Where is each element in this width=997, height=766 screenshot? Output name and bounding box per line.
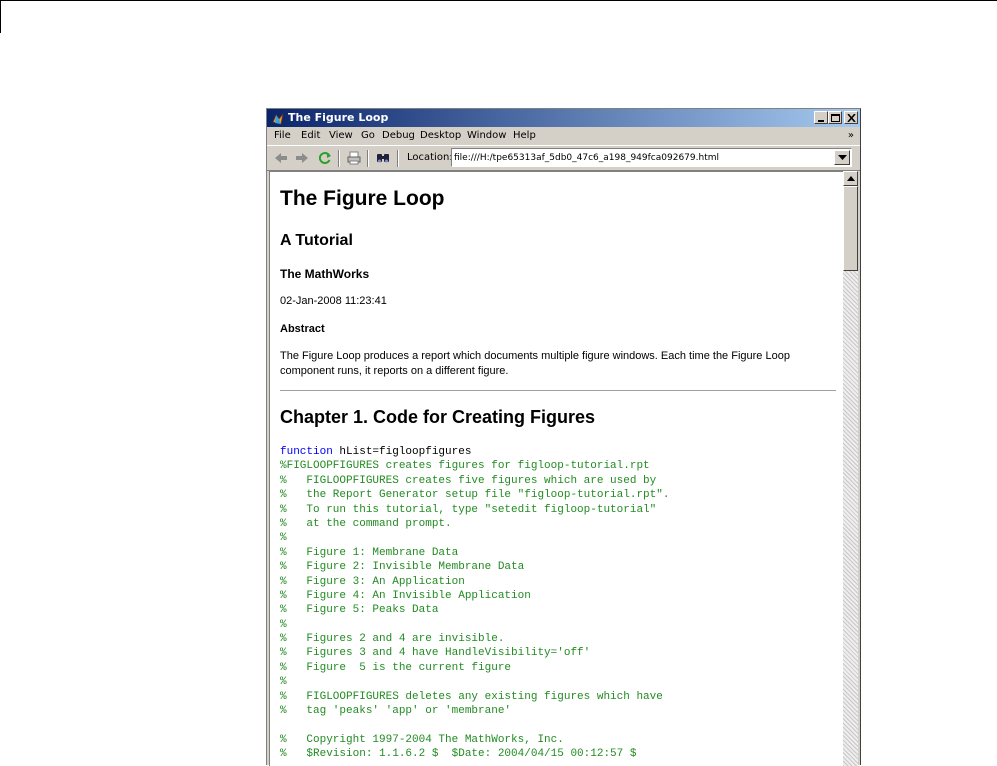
abstract-heading: Abstract [280,323,325,335]
code-comment-line: % Figure 5: Peaks Data [280,604,439,617]
code-comment-line: % [280,532,287,545]
chapter-title: Chapter 1. Code for Creating Figures [280,407,596,427]
menu-file[interactable]: File [274,130,291,142]
menu-help[interactable]: Help [513,130,536,142]
back-arrow-icon [275,153,287,163]
back-button[interactable] [271,149,291,167]
title-bar[interactable]: The Figure Loop [267,109,860,127]
code-comment-line: % tag 'peaks' 'app' or 'membrane' [280,705,512,718]
chevron-up-icon [847,176,855,181]
vertical-scrollbar[interactable] [843,171,858,766]
close-icon [847,114,856,122]
menu-view[interactable]: View [329,130,353,142]
code-line-function: function hList=figloopfigures [280,445,669,459]
code-comment-line: % Figure 2: Invisible Membrane Data [280,561,525,574]
refresh-icon [319,152,331,164]
document-view[interactable]: The Figure Loop A Tutorial The MathWorks… [269,171,843,766]
code-signature: hList=figloopfigures [332,446,472,458]
toolbar-separator [338,150,340,167]
toolbar-separator [397,150,399,167]
code-comment-line: % Figure 1: Membrane Data [280,546,459,559]
find-binoculars-icon [377,154,389,163]
print-icon [347,151,361,165]
window-title: The Figure Loop [288,111,389,124]
menu-go[interactable]: Go [361,130,375,142]
location-label: Location: [407,152,453,163]
toolbar: Location: [267,145,860,171]
print-button[interactable] [344,149,364,167]
document-author: The MathWorks [280,267,370,281]
location-input[interactable] [454,151,832,164]
document-subtitle: A Tutorial [280,232,353,249]
document-date: 02-Jan-2008 11:23:41 [280,295,387,307]
page-top-rule [0,0,997,1]
page-left-tick [0,0,1,33]
code-comment-line: %FIGLOOPFIGURES creates figures for figl… [280,460,650,473]
code-comment-line: % Figure 3: An Application [280,575,465,588]
refresh-button[interactable] [315,149,335,167]
help-browser-window: The Figure Loop File Edit View Go Debug … [266,108,861,766]
code-comment-line: % Figure 5 is the current figure [280,661,512,674]
menu-debug[interactable]: Debug [382,130,415,142]
menu-desktop[interactable]: Desktop [420,130,461,142]
chevron-down-icon [838,155,847,160]
find-button[interactable] [373,149,393,167]
document-title: The Figure Loop [280,187,445,210]
menu-bar: File Edit View Go Debug Desktop Window H… [267,127,860,145]
scrollbar-thumb[interactable] [843,186,858,271]
abstract-text: The Figure Loop produces a report which … [280,350,790,377]
menu-window[interactable]: Window [467,130,506,142]
scroll-up-button[interactable] [843,171,858,186]
code-comment-line: % FIGLOOPFIGURES creates five figures wh… [280,474,657,487]
code-comment-line: % FIGLOOPFIGURES deletes any existing fi… [280,690,663,703]
matlab-logo-icon [271,111,285,125]
toolbar-separator [367,150,369,167]
code-comment-line: % To run this tutorial, type "setedit fi… [280,503,657,516]
location-combobox[interactable] [451,148,852,167]
menu-overflow-chevron[interactable]: » [848,130,854,141]
code-comment-line: % Figure 4: An Invisible Application [280,589,531,602]
minimize-icon [818,120,824,122]
forward-button[interactable] [292,149,312,167]
code-block: function hList=figloopfigures %FIGLOOPFIG… [280,445,669,762]
code-comment-line: % Copyright 1997-2004 The MathWorks, Inc… [280,733,564,746]
close-button[interactable] [844,111,858,124]
minimize-button[interactable] [814,111,828,124]
code-comment-line: % [280,676,287,689]
maximize-icon [831,114,840,122]
code-comment-line: % Figures 2 and 4 are invisible. [280,633,505,646]
menu-edit[interactable]: Edit [301,130,320,142]
code-comment-line: % Figures 3 and 4 have HandleVisibility=… [280,647,591,660]
code-comment-line: % $Revision: 1.1.6.2 $ $Date: 2004/04/15… [280,748,637,761]
code-comment-line: % at the command prompt. [280,517,452,530]
location-dropdown-button[interactable] [834,150,850,165]
code-comment-line: % the Report Generator setup file "figlo… [280,489,670,502]
section-divider [280,390,836,391]
code-comment-line: % [280,618,287,631]
forward-arrow-icon [296,153,308,163]
maximize-button[interactable] [828,111,842,124]
code-keyword: function [280,446,333,458]
